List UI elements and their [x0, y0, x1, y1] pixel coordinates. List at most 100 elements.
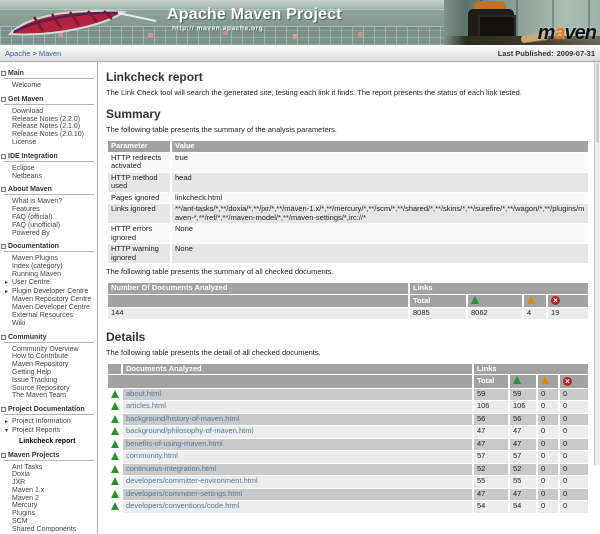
table-row: HTTP errors ignored None [108, 224, 588, 243]
column-header-links: Links [410, 283, 588, 294]
column-header-error [548, 295, 588, 308]
document-link[interactable]: background/philosophy-of-maven.html [126, 426, 253, 435]
last-published-date: 2009-07-31 [557, 49, 595, 58]
column-header-parameter: Parameter [108, 141, 170, 152]
sidebar-section-maven-projects: Maven Projects [4, 452, 94, 461]
empty-header-cell [108, 364, 121, 375]
document-link[interactable]: about.html [126, 389, 161, 398]
links-warning-value: 0 [538, 426, 558, 438]
sidebar-item-running-maven[interactable]: Running Maven [4, 271, 94, 279]
table-row: Pages ignored linkcheck.html [108, 193, 588, 204]
sidebar-item-how-to-contribute[interactable]: How to Contribute [4, 353, 94, 361]
column-header-links: Links [474, 364, 588, 375]
sidebar-section-main: Main [4, 70, 94, 79]
sidebar-item-netbeans[interactable]: Netbeans [4, 173, 94, 181]
sidebar-item-community-overview[interactable]: Community Overview [4, 346, 94, 354]
column-header-total: Total [410, 295, 466, 308]
column-header-success [510, 375, 536, 388]
sidebar-item-source-repository[interactable]: Source Repository [4, 385, 94, 393]
sidebar-item-mercury[interactable]: Mercury [4, 502, 94, 510]
sidebar-item-doxia[interactable]: Doxia [4, 471, 94, 479]
links-warning-value: 0 [538, 401, 558, 413]
page-title: Linkcheck report [106, 70, 590, 84]
sidebar-item-getting-help[interactable]: Getting Help [4, 369, 94, 377]
success-icon [111, 440, 119, 448]
scrollbar[interactable] [594, 62, 600, 465]
links-error-value: 0 [560, 464, 588, 476]
param-value: linkcheck.html [172, 193, 588, 204]
sidebar-item-shared-components[interactable]: Shared Components [4, 526, 94, 534]
breadcrumb-link-maven[interactable]: Maven [39, 49, 62, 58]
column-header-total: Total [474, 375, 508, 388]
sidebar-item-features[interactable]: Features [4, 206, 94, 214]
table-row: HTTP redirects activated true [108, 153, 588, 172]
links-total-value: 55 [474, 476, 508, 488]
column-header-error [560, 375, 588, 388]
success-icon [513, 376, 521, 384]
success-icon [111, 465, 119, 473]
sidebar-item-maven-plugins[interactable]: Maven Plugins [4, 255, 94, 263]
sidebar-item-plugin-developer-centre[interactable]: ▸Plugin Developer Centre [4, 288, 94, 297]
sidebar-item-maven-repository[interactable]: Maven Repository [4, 361, 94, 369]
links-warning-value: 0 [538, 501, 558, 513]
sidebar-item-the-maven-team[interactable]: The Maven Team [4, 392, 94, 400]
sidebar-item-release-notes-220[interactable]: Release Notes (2.2.0) [4, 116, 94, 124]
scrollbar-thumb[interactable] [596, 63, 599, 143]
document-link[interactable]: articles.html [126, 401, 166, 410]
document-link[interactable]: developers/committer-settings.html [126, 489, 242, 498]
sidebar-item-license[interactable]: License [4, 139, 94, 147]
sidebar-item-index-category[interactable]: Index (category) [4, 263, 94, 271]
table-row: about.html 59 59 0 0 [108, 389, 588, 401]
sidebar-item-scm[interactable]: SCM [4, 518, 94, 526]
sidebar-item-welcome[interactable]: Welcome [4, 82, 94, 90]
success-icon [111, 415, 119, 423]
sidebar-item-download[interactable]: Download [4, 108, 94, 116]
links-total-value: 56 [474, 414, 508, 426]
sidebar-item-issue-tracking[interactable]: Issue Tracking [4, 377, 94, 385]
sidebar-item-jxr[interactable]: JXR [4, 479, 94, 487]
sidebar-item-user-centre[interactable]: ▸User Centre [4, 279, 94, 288]
links-warning-value: 4 [524, 308, 546, 319]
links-warning-value: 0 [538, 451, 558, 463]
sidebar-item-linkcheck-report[interactable]: Linkcheck report [4, 438, 94, 446]
sidebar-item-wiki[interactable]: Wiki [4, 320, 94, 328]
breadcrumb-link-apache[interactable]: Apache [5, 49, 30, 58]
sidebar-item-project-information[interactable]: ▸Project Information [4, 418, 94, 427]
section-marker-icon [1, 335, 6, 340]
sidebar-item-maven-1x[interactable]: Maven 1.x [4, 487, 94, 495]
sidebar-item-what-is-maven[interactable]: What is Maven? [4, 198, 94, 206]
links-error-value: 0 [560, 389, 588, 401]
sidebar-item-plugins[interactable]: Plugins [4, 510, 94, 518]
document-link[interactable]: developers/conventions/code.html [126, 501, 239, 510]
links-total-value: 47 [474, 489, 508, 501]
document-link[interactable]: benefits-of-using-maven.html [126, 439, 223, 448]
empty-header-cell [108, 295, 408, 308]
sidebar-item-maven-developer-centre[interactable]: Maven Developer Centre [4, 304, 94, 312]
links-error-value: 0 [560, 501, 588, 513]
sidebar-item-release-notes-2010[interactable]: Release Notes (2.0.10) [4, 131, 94, 139]
sidebar-item-project-reports[interactable]: ▾Project Reports [4, 427, 94, 436]
success-icon [111, 490, 119, 498]
maven-logo: maven [538, 22, 596, 45]
sidebar-item-release-notes-210[interactable]: Release Notes (2.1.0) [4, 123, 94, 131]
sidebar-item-powered-by[interactable]: Powered By [4, 230, 94, 238]
apache-feather-icon [4, 4, 166, 44]
param-name: HTTP errors ignored [108, 224, 170, 243]
document-link[interactable]: community.html [126, 451, 178, 460]
sidebar-item-faq-unofficial[interactable]: FAQ (unofficial) [4, 222, 94, 230]
success-icon [111, 427, 119, 435]
table-row: articles.html 106 106 0 0 [108, 401, 588, 413]
sidebar-item-external-resources[interactable]: External Resources [4, 312, 94, 320]
sidebar-item-faq-official[interactable]: FAQ (official) [4, 214, 94, 222]
sidebar-item-maven-repository-centre[interactable]: Maven Repository Centre [4, 296, 94, 304]
document-link[interactable]: background/history-of-maven.html [126, 414, 239, 423]
links-warning-value: 0 [538, 439, 558, 451]
site-banner: Apache Maven Project http:// maven.apach… [0, 0, 600, 45]
sidebar-item-eclipse[interactable]: Eclipse [4, 165, 94, 173]
success-icon [111, 390, 119, 398]
links-warning-value: 0 [538, 414, 558, 426]
document-link[interactable]: developers/committer-environment.html [126, 476, 258, 485]
sidebar-item-maven-2[interactable]: Maven 2 [4, 495, 94, 503]
links-total-value: 57 [474, 451, 508, 463]
links-warning-value: 0 [538, 389, 558, 401]
